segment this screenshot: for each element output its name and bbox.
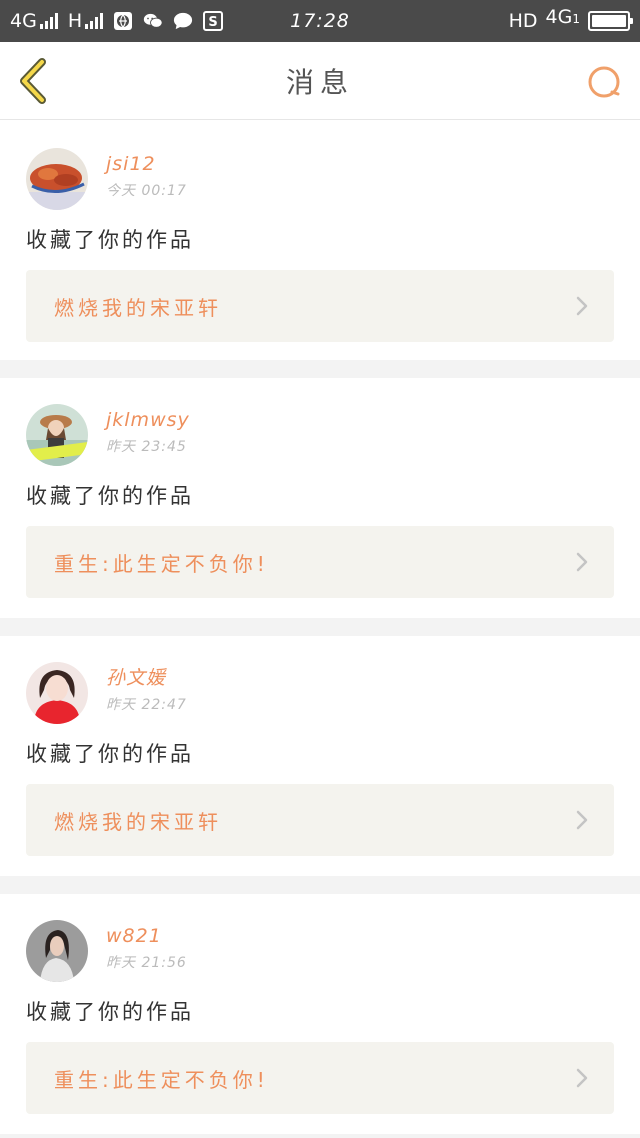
username[interactable]: w821 xyxy=(106,924,187,948)
wechat-icon xyxy=(143,11,163,31)
chat-bubble-icon xyxy=(173,11,193,31)
work-link[interactable]: 燃烧我的宋亚轩 xyxy=(26,270,614,342)
work-title: 燃烧我的宋亚轩 xyxy=(54,295,222,320)
chevron-right-icon xyxy=(576,296,588,316)
svg-text:S: S xyxy=(208,15,217,30)
signal-4g: 4G xyxy=(10,10,58,32)
username[interactable]: 孙文媛 xyxy=(106,666,187,690)
action-text: 收藏了你的作品 xyxy=(26,484,194,508)
message-list: jsi12 今天 00:17 收藏了你的作品 燃烧我的宋亚轩 jklmwsy 昨… xyxy=(0,120,640,1134)
status-time: 17:28 xyxy=(290,10,350,32)
network-label-h: H xyxy=(67,10,83,32)
action-text: 收藏了你的作品 xyxy=(26,742,194,766)
message-card: w821 昨天 21:56 收藏了你的作品 重生:此生定不负你! xyxy=(0,894,640,1134)
chevron-right-icon xyxy=(576,810,588,830)
user-meta: 孙文媛 昨天 22:47 xyxy=(106,662,187,714)
network-4g-right: 4G1 xyxy=(546,6,580,28)
network-label-4g: 4G xyxy=(10,10,37,32)
search-icon[interactable] xyxy=(586,64,624,102)
message-time: 今天 00:17 xyxy=(106,183,187,199)
signal-h: H xyxy=(67,10,104,32)
user-meta: jsi12 今天 00:17 xyxy=(106,148,187,200)
avatar[interactable] xyxy=(26,662,88,724)
action-text: 收藏了你的作品 xyxy=(26,1000,194,1024)
status-left: 4G H S xyxy=(10,10,224,32)
user-meta: jklmwsy 昨天 23:45 xyxy=(106,404,190,456)
globe-icon xyxy=(113,11,133,31)
username[interactable]: jklmwsy xyxy=(106,408,190,432)
work-link[interactable]: 重生:此生定不负你! xyxy=(26,1042,614,1114)
chevron-left-icon[interactable] xyxy=(16,58,52,104)
avatar[interactable] xyxy=(26,404,88,466)
s-app-icon: S xyxy=(203,11,224,31)
message-header: 孙文媛 昨天 22:47 xyxy=(26,662,614,724)
network-label-4g-right: 4G xyxy=(545,6,573,28)
work-link[interactable]: 燃烧我的宋亚轩 xyxy=(26,784,614,856)
hd-label: HD xyxy=(508,10,538,32)
signal-bars-icon xyxy=(85,13,104,29)
message-time: 昨天 22:47 xyxy=(106,697,187,713)
work-title: 重生:此生定不负你! xyxy=(54,1067,269,1092)
status-bar: 4G H S 17:28 HD 4G1 xyxy=(0,0,640,42)
page-title: 消息 xyxy=(285,65,354,99)
network-sub: 1 xyxy=(572,12,580,26)
avatar[interactable] xyxy=(26,148,88,210)
action-text: 收藏了你的作品 xyxy=(26,228,194,252)
message-header: w821 昨天 21:56 xyxy=(26,920,614,982)
message-time: 昨天 23:45 xyxy=(106,439,187,455)
work-title: 重生:此生定不负你! xyxy=(54,551,269,576)
user-meta: w821 昨天 21:56 xyxy=(106,920,187,972)
nav-bar: 消息 xyxy=(0,42,640,120)
message-card: 孙文媛 昨天 22:47 收藏了你的作品 燃烧我的宋亚轩 xyxy=(0,636,640,876)
message-card: jklmwsy 昨天 23:45 收藏了你的作品 重生:此生定不负你! xyxy=(0,378,640,618)
signal-bars-icon xyxy=(39,13,58,29)
work-title: 燃烧我的宋亚轩 xyxy=(54,809,222,834)
message-time: 昨天 21:56 xyxy=(106,955,187,971)
work-link[interactable]: 重生:此生定不负你! xyxy=(26,526,614,598)
message-card: jsi12 今天 00:17 收藏了你的作品 燃烧我的宋亚轩 xyxy=(0,120,640,360)
chevron-right-icon xyxy=(576,1068,588,1088)
username[interactable]: jsi12 xyxy=(106,152,187,176)
chevron-right-icon xyxy=(576,552,588,572)
battery-icon xyxy=(588,11,633,31)
message-header: jklmwsy 昨天 23:45 xyxy=(26,404,614,466)
avatar[interactable] xyxy=(26,920,88,982)
status-right: HD 4G1 xyxy=(508,6,633,32)
message-header: jsi12 今天 00:17 xyxy=(26,148,614,210)
